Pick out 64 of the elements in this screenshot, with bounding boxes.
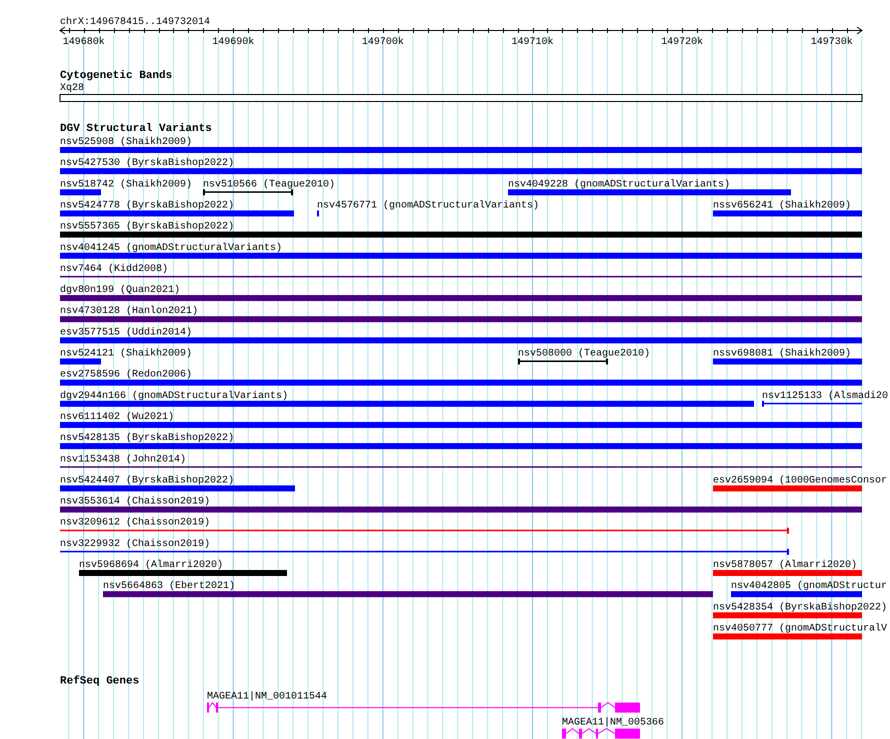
variant-label: nsv5427530 (ByrskaBishop2022) bbox=[60, 158, 234, 170]
variant-bar[interactable] bbox=[60, 232, 862, 238]
variant-label: nsv5664863 (Ebert2021) bbox=[103, 581, 236, 592]
variant-label: nsv518742 (Shaikh2009) bbox=[60, 179, 192, 190]
variant-label: nsv4050777 (gnomADStructuralV bbox=[713, 623, 888, 634]
variant-label: nsv508000 (Teague2010) bbox=[518, 348, 650, 360]
variant-label: nssv698081 (Shaikh2009) bbox=[713, 348, 852, 360]
variant-bar[interactable] bbox=[60, 443, 862, 450]
variant-bar[interactable] bbox=[60, 295, 862, 302]
variant-label: nsv525908 (Shaikh2009) bbox=[60, 137, 192, 148]
variant-bar[interactable] bbox=[103, 591, 713, 598]
variant-label: esv3577515 (Uddin2014) bbox=[60, 327, 192, 338]
variant-label: esv2659094 (1000GenomesConsor bbox=[713, 475, 888, 486]
variant-label: nsv4576771 (gnomADStructuralVariants) bbox=[317, 200, 540, 212]
ruler-label: 149720k bbox=[661, 37, 704, 48]
variant-label: nsv4042805 (gnomADStructur bbox=[731, 581, 888, 592]
variant-bar[interactable] bbox=[60, 210, 294, 216]
variant-label: nsv5968694 (Almarri2020) bbox=[79, 560, 224, 571]
band-label: Xq28 bbox=[60, 83, 84, 94]
variant-bar[interactable] bbox=[60, 422, 862, 428]
ruler-label: 149680k bbox=[62, 37, 105, 48]
location-label: chrX:149678415..149732014 bbox=[60, 17, 210, 28]
variant-label: nsv3229932 (Chaisson2019) bbox=[60, 538, 210, 550]
ruler-label: 149690k bbox=[212, 37, 254, 48]
variant-label: nsv3209612 (Chaisson2019) bbox=[60, 518, 210, 529]
variant-label: nsv1153438 (John2014) bbox=[60, 454, 186, 466]
variant-label: nsv4730128 (Hanlon2021) bbox=[60, 306, 198, 318]
variant-bar[interactable] bbox=[60, 506, 862, 513]
variant-label: dgv2944n166 (gnomADStructuralVariants) bbox=[60, 390, 288, 402]
track-title: Cytogenetic Bands bbox=[60, 70, 172, 82]
variant-label: nsv5424407 (ByrskaBishop2022) bbox=[60, 475, 234, 486]
gene-model[interactable] bbox=[207, 702, 640, 713]
track-title: DGV Structural Variants bbox=[60, 123, 212, 135]
variant-label: nsv5428354 (ByrskaBishop2022) bbox=[713, 602, 888, 614]
variant-span[interactable] bbox=[203, 189, 293, 196]
cytoband-bar[interactable] bbox=[60, 94, 862, 102]
variant-bar[interactable] bbox=[60, 485, 295, 492]
gene-model[interactable] bbox=[562, 728, 640, 739]
variant-label: dgv80n199 (Quan2021) bbox=[60, 285, 180, 296]
variant-label: nsv5878057 (Almarri2020) bbox=[713, 560, 858, 571]
variant-label: nsv4041245 (gnomADStructuralVariants) bbox=[60, 242, 282, 254]
variant-label: nsv6111402 (Wu2021) bbox=[60, 412, 174, 423]
variant-label: nsv4049228 (gnomADStructuralVariants) bbox=[508, 179, 730, 190]
variant-label: nsv3553614 (Chaisson2019) bbox=[60, 496, 210, 508]
variant-label: nsv7464 (Kidd2008) bbox=[60, 264, 168, 275]
ruler-label: 149700k bbox=[362, 37, 404, 48]
gene-label: MAGEA11|NM_005366 bbox=[562, 718, 664, 729]
variant-label: nsv5424778 (ByrskaBishop2022) bbox=[60, 200, 234, 212]
track-title: RefSeq Genes bbox=[60, 676, 140, 688]
variant-bar[interactable] bbox=[60, 316, 862, 322]
variant-label: nsv510566 (Teague2010) bbox=[203, 179, 336, 190]
variant-label: esv2758596 (Redon2006) bbox=[60, 370, 192, 381]
gene-label: MAGEA11|NM_001011544 bbox=[207, 692, 328, 703]
variant-span[interactable] bbox=[60, 548, 789, 555]
variant-label: nsv1125133 (Alsmadi20 bbox=[762, 390, 888, 402]
variant-label: nsv524121 (Shaikh2009) bbox=[60, 348, 192, 360]
variant-span[interactable] bbox=[762, 400, 862, 407]
ruler-label: 149730k bbox=[810, 37, 853, 48]
variant-label: nsv5557365 (ByrskaBishop2022) bbox=[60, 222, 234, 233]
variant-label: nsv5428135 (ByrskaBishop2022) bbox=[60, 433, 234, 444]
variant-label: nssv656241 (Shaikh2009) bbox=[713, 200, 852, 212]
ruler-label: 149710k bbox=[512, 37, 554, 48]
variant-bar[interactable] bbox=[713, 210, 862, 216]
variant-span[interactable] bbox=[518, 358, 608, 364]
